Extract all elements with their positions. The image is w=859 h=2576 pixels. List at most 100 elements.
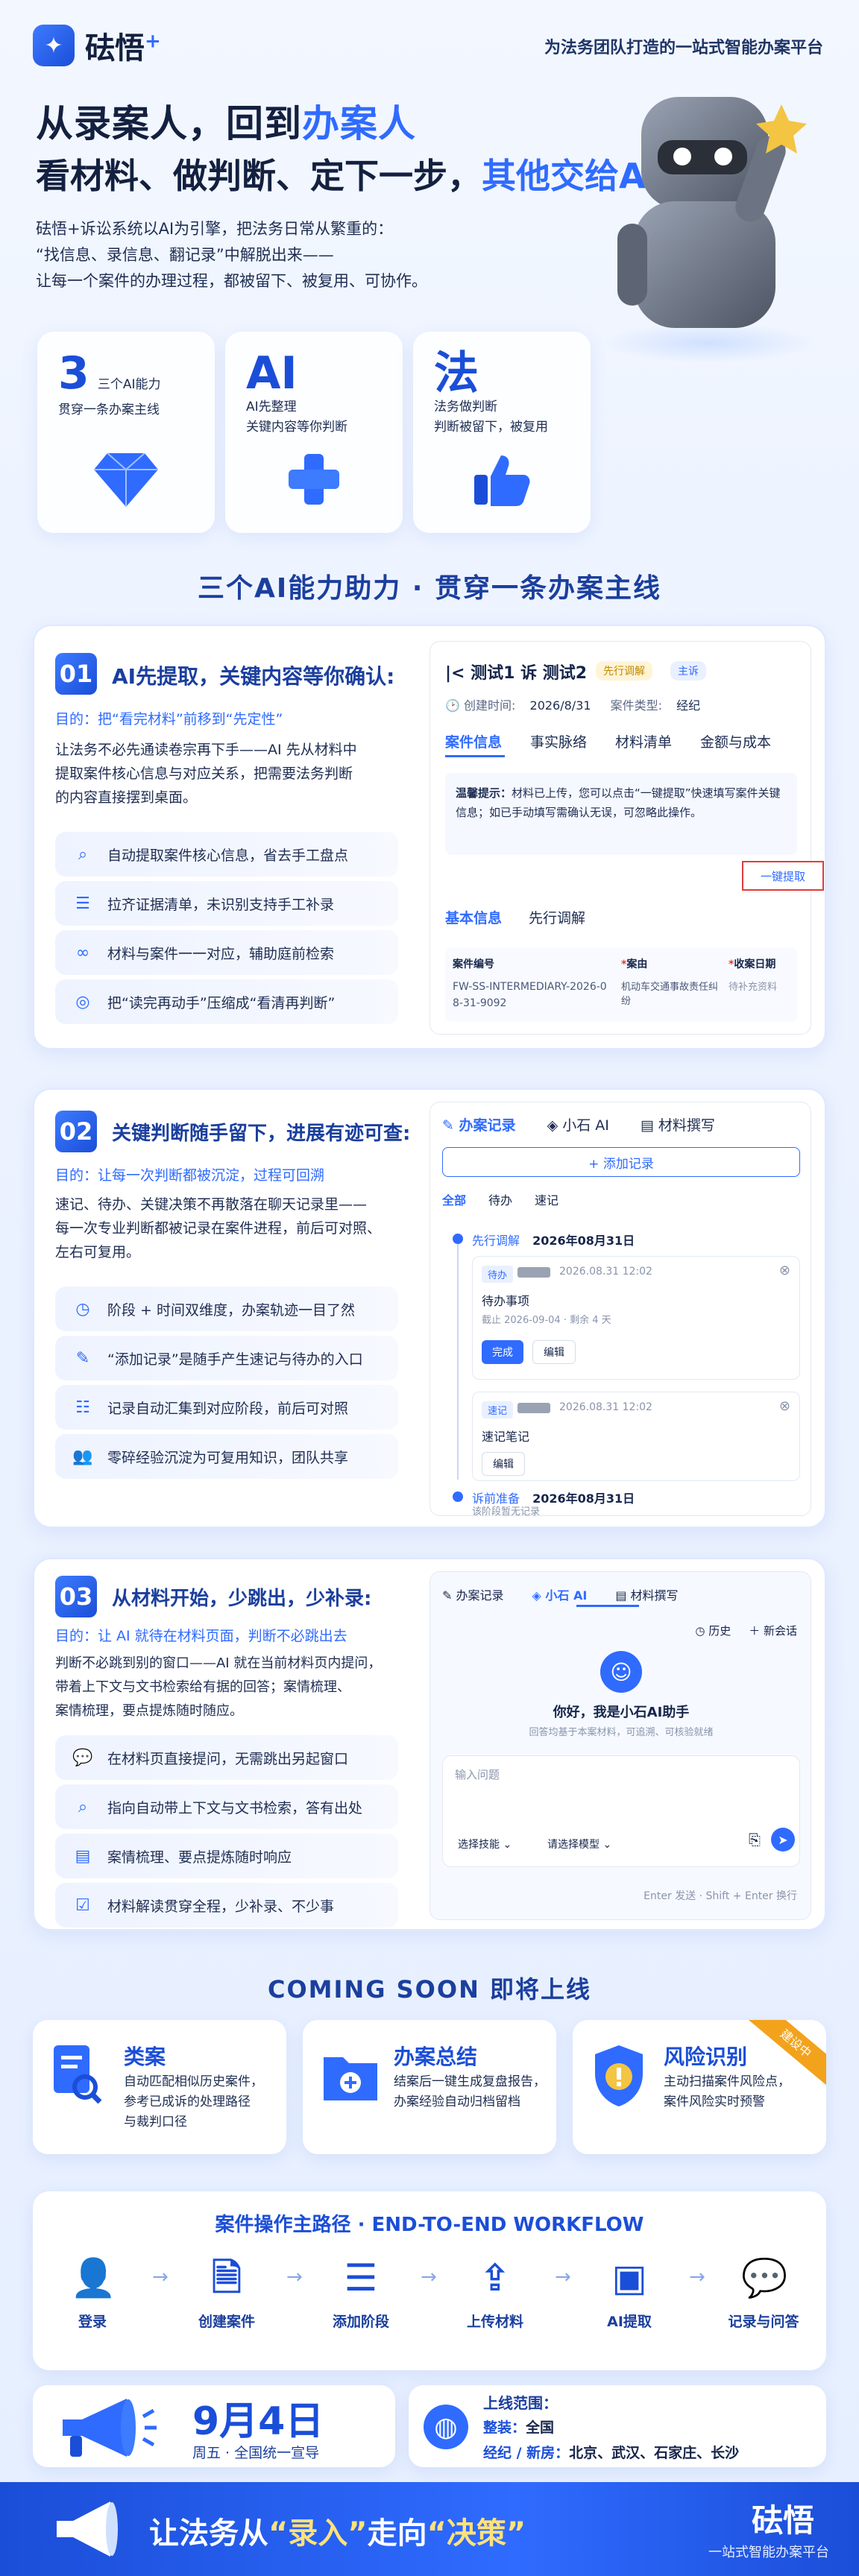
timeline-line [457,1234,459,1480]
one-click-extract-button[interactable]: 一键提取 [742,861,824,891]
tagline: 为法务团队打造的一站式智能办案平台 [544,39,823,57]
chat-input-box[interactable]: 输入问题 选择技能 ⌄ 请选择模型 ⌄ ⎘ ➤ [442,1755,800,1867]
launch-sub: 周五 · 全国统一宣导 [192,2445,320,2461]
record-filters: 全部 待办 速记 [442,1190,558,1208]
hero-intro: 砝悟+诉讼系统以AI为引擎，把法务日常从繁重的： “找信息、录信息、翻记录”中解… [36,220,427,290]
complete-button[interactable]: 完成 [482,1340,523,1364]
send-hint: Enter 发送 · Shift + Enter 换行 [644,1890,797,1902]
arrow-icon: → [421,2266,437,2288]
search-icon: ⌕ [78,845,88,864]
feature-card-2: 02 关键判断随手留下，进展有迹可查: 目的：让每一次判断都被沉淀，过程可回溯 … [33,1088,826,1528]
arrow-icon: → [152,2266,169,2288]
feature-item: ∞ 材料与案件一一对应，辅助庭前检索 [55,930,398,975]
filter-todo[interactable]: 待办 [488,1190,512,1208]
attach-icon[interactable]: ⎘ [749,1831,761,1849]
assistant-tabs: ✎ 办案记录 ◈ 小石 AI ▤ 材料撰写 [442,1585,679,1603]
basic-fields: 案件编号 FW-SS-INTERMEDIARY-2026-08-31-9092 *… [445,947,797,1022]
tab-materials[interactable]: 材料清单 [615,731,672,751]
hero-title: 从录案人，回到办案人 [36,102,416,145]
brand-name: 砝悟 [85,31,145,66]
coming-soon-row: 类案 自动匹配相似历史案件， 参考已成诉的处理路径 与裁判口径 办案总结 结案后一键… [33,2020,826,2154]
timeline-dot [453,1491,463,1502]
stat-card-legal-judgement: 法 法务做判断 判断被留下，被复用 [413,332,591,533]
logo-mark-icon: ✦ [33,25,75,66]
clock-icon: ◷ [75,1299,90,1319]
checklist-icon: ☑ [75,1895,90,1915]
thumbs-up-icon [474,455,530,506]
add-record-button[interactable]: + 添加记录 [442,1147,800,1177]
megaphone-icon [63,2399,157,2457]
field-cause: *案由 机动车交通事故责任纠纷 [621,959,719,1007]
filter-all[interactable]: 全部 [442,1190,466,1208]
launch-date-card: 9月4日 周五 · 全国统一宣导 [33,2385,395,2467]
upload-icon: ⇪ [479,2256,511,2299]
tab-basic-info[interactable]: 基本信息 [445,907,502,927]
document-add-icon: 🗎 [211,2256,242,2299]
step-add-stage: ☰ 添加阶段 [332,2256,389,2330]
case-record-panel: ✎ 办案记录 ◈ 小石 AI ▤ 材料撰写 + 添加记录 全部 待办 速记 先行… [430,1102,811,1518]
plus-icon [289,454,339,505]
tab-records[interactable]: ✎ 办案记录 [442,1114,516,1134]
close-icon[interactable]: ⊗ [779,1263,790,1278]
case-info-panel: |< 测试1 诉 测试2 先行调解 主诉 🕑 创建时间: 2026/8/31 案件… [430,641,824,1035]
megaphone-icon [57,2501,118,2557]
model-select[interactable]: 请选择模型 ⌄ [540,1834,619,1854]
tab-records[interactable]: ✎ 办案记录 [442,1585,504,1603]
document-icon: ▤ [75,1846,91,1866]
feature-item: ⌕ 指向自动带上下文与文书检索，答有出处 [55,1784,398,1829]
document-search-icon [54,2045,102,2104]
launch-date: 9月4日 [192,2399,324,2444]
step-create-case: 🗎 创建案件 [198,2256,255,2330]
card-number: 03 [55,1576,97,1617]
feature-item: ✎ “添加记录”是随手产生速记与待办的入口 [55,1336,398,1380]
step-record-qa: 💬 记录与问答 [728,2256,799,2330]
sub-tabs: 基本信息 先行调解 [445,907,585,927]
filter-note[interactable]: 速记 [535,1190,558,1208]
arrow-icon: → [286,2266,303,2288]
soon-card-risk: 风险识别 主动扫描案件风险点， 案件风险实时预警 建设中 [573,2020,826,2154]
user-icon: 👤 [70,2256,117,2299]
todo-record: 待办 2026.08.31 12:02 ⊗ 待办事项 截止 2026-09-04… [472,1256,800,1380]
tab-ai[interactable]: ◈ 小石 AI [547,1114,609,1134]
role-badge: 主诉 [670,661,706,681]
new-chat-button[interactable]: ＋ 新会话 [749,1623,797,1638]
edit-button[interactable]: 编辑 [532,1340,576,1364]
case-title: |< 测试1 诉 测试2 [445,664,588,683]
field-case-number: 案件编号 FW-SS-INTERMEDIARY-2026-08-31-9092 [453,959,607,1009]
chat-input[interactable]: 输入问题 [455,1767,500,1782]
tab-mediation[interactable]: 先行调解 [529,907,585,927]
tab-writing[interactable]: ▤ 材料撰写 [641,1114,715,1134]
card-description: 判断不必跳到别的窗口——AI 就在当前材料页内提问， 带着上下文与文书检索给有据的… [55,1655,382,1719]
history-button[interactable]: ◷ 历史 [695,1623,731,1638]
brand-plus: + [145,30,161,53]
tab-writing[interactable]: ▤ 材料撰写 [615,1585,678,1603]
chat-bubble-icon: 💬 [741,2256,788,2299]
feature-item: ◎ 把“读完再动手”压缩成“看清再判断” [55,979,398,1024]
redacted-name [517,1403,550,1413]
edit-button[interactable]: 编辑 [482,1452,525,1476]
card-goal: 目的：把“看完材料”前移到“先定性” [55,711,283,727]
stat-card-ai-abilities: 3 三个AI能力 贯穿一条办案主线 [37,332,215,533]
team-icon: 👥 [72,1447,93,1466]
tab-ai[interactable]: ◈ 小石 AI [532,1585,588,1603]
tab-case-info[interactable]: 案件信息 [445,731,502,751]
soon-card-case-summary: 办案总结 结案后一键生成复盘报告， 办案经验自动归档留档 [303,2020,556,2154]
feature-item: ◷ 阶段 + 时间双维度，办案轨迹一目了然 [55,1287,398,1331]
skill-select[interactable]: 选择技能 ⌄ [450,1834,519,1854]
robot-mascot-illustration [604,97,813,362]
tab-facts[interactable]: 事实脉络 [530,731,587,751]
tab-amounts[interactable]: 金额与成本 [700,731,771,751]
tip-box: 温馨提示：材料已上传，您可以点击“一键提取”快速填写案件关键信息；如已手动填写需… [445,773,797,855]
feature-item: ☑ 材料解读贯穿全程，少补录、不少事 [55,1883,398,1928]
close-icon[interactable]: ⊗ [779,1398,790,1414]
send-icon[interactable]: ➤ [771,1828,795,1852]
card-goal: 目的：让每一次判断都被沉淀，过程可回溯 [55,1167,325,1184]
todo-tag: 待办 [482,1266,514,1283]
card-description: 让法务不必先通读卷宗再下手——AI 先从材料中 提取案件核心信息与对应关系，把需要… [55,742,357,806]
step-ai-extract: ▣ AI提取 [607,2256,652,2330]
folder-add-icon [324,2057,377,2100]
chat-icon: 💬 [72,1748,93,1767]
field-receive-date: *收案日期 待补充资料 [729,959,778,993]
feature-item: 💬 在材料页直接提问，无需跳出另起窗口 [55,1735,398,1780]
coming-soon-title: COMING SOON 即将上线 [267,1975,591,2004]
